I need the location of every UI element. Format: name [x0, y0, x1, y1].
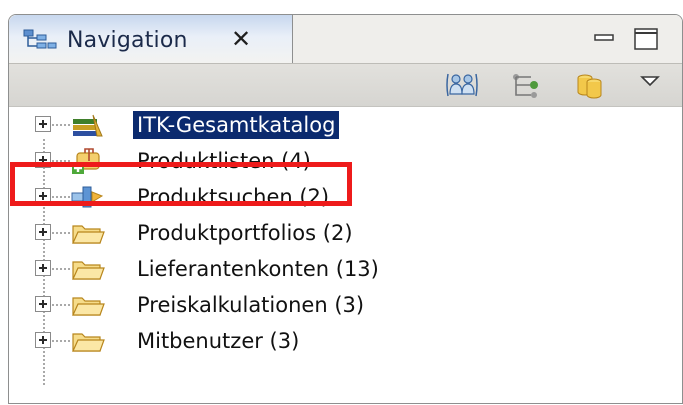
tree-item[interactable]: Produktlisten (4): [9, 143, 682, 179]
tree-connector: [52, 160, 70, 162]
tree-connector: [52, 340, 70, 342]
folder-icon: [72, 261, 105, 280]
tree-item[interactable]: Preiskalkulationen (3): [9, 287, 682, 323]
view-title-bar: Navigation ✕: [9, 15, 682, 63]
expand-toggle[interactable]: [35, 296, 51, 312]
product-list-icon: [72, 148, 100, 174]
tree-item[interactable]: Produktsuchen (2): [9, 179, 682, 215]
expand-toggle[interactable]: [35, 116, 51, 132]
navigation-tree: ITK-Gesamtkatalog Produktlisten (4) Prod…: [9, 107, 682, 403]
tree-item-label[interactable]: Produktportfolios (2): [133, 219, 357, 247]
expand-toggle[interactable]: [35, 152, 51, 168]
tree-item[interactable]: Lieferantenkonten (13): [9, 251, 682, 287]
tree-connector: [52, 268, 70, 270]
tree-item-label[interactable]: Produktsuchen (2): [133, 183, 333, 211]
tree-connector: [52, 196, 70, 198]
tree-item-label[interactable]: Produktlisten (4): [133, 147, 315, 175]
minimize-icon[interactable]: [593, 27, 615, 51]
tree-item-label[interactable]: Preiskalkulationen (3): [133, 291, 368, 319]
navigation-tab[interactable]: Navigation ✕: [9, 15, 293, 63]
view-title: Navigation: [67, 28, 188, 53]
tree-connector: [52, 124, 70, 126]
close-icon[interactable]: ✕: [231, 25, 251, 53]
maximize-icon[interactable]: [633, 27, 659, 51]
tree-item-label[interactable]: ITK-Gesamtkatalog: [133, 111, 340, 139]
tree-connector: [52, 232, 70, 234]
database-icon[interactable]: [573, 70, 607, 100]
folder-icon: [72, 297, 105, 316]
catalog-icon: [73, 114, 103, 137]
folder-icon: [72, 333, 105, 352]
navigation-view-icon: [23, 29, 57, 49]
product-search-icon: [71, 186, 104, 208]
folder-icon: [72, 225, 105, 244]
tree-item[interactable]: Mitbenutzer (3): [9, 323, 682, 359]
expand-toggle[interactable]: [35, 332, 51, 348]
expand-toggle[interactable]: [35, 188, 51, 204]
expand-toggle[interactable]: [35, 224, 51, 240]
tree-item-label[interactable]: Mitbenutzer (3): [133, 327, 303, 355]
tree-item-label[interactable]: Lieferantenkonten (13): [133, 255, 383, 283]
tree-item[interactable]: ITK-Gesamtkatalog: [9, 107, 682, 143]
tree-structure-icon[interactable]: [509, 70, 543, 100]
tree-item[interactable]: Produktportfolios (2): [9, 215, 682, 251]
tree-connector: [52, 304, 70, 306]
navigation-view: Navigation ✕ ITK-Gesamtkatalog Produktli…: [8, 14, 683, 404]
view-toolbar: [9, 63, 682, 107]
expand-toggle[interactable]: [35, 260, 51, 276]
view-menu-icon[interactable]: [637, 70, 663, 100]
people-icon[interactable]: [445, 70, 479, 100]
